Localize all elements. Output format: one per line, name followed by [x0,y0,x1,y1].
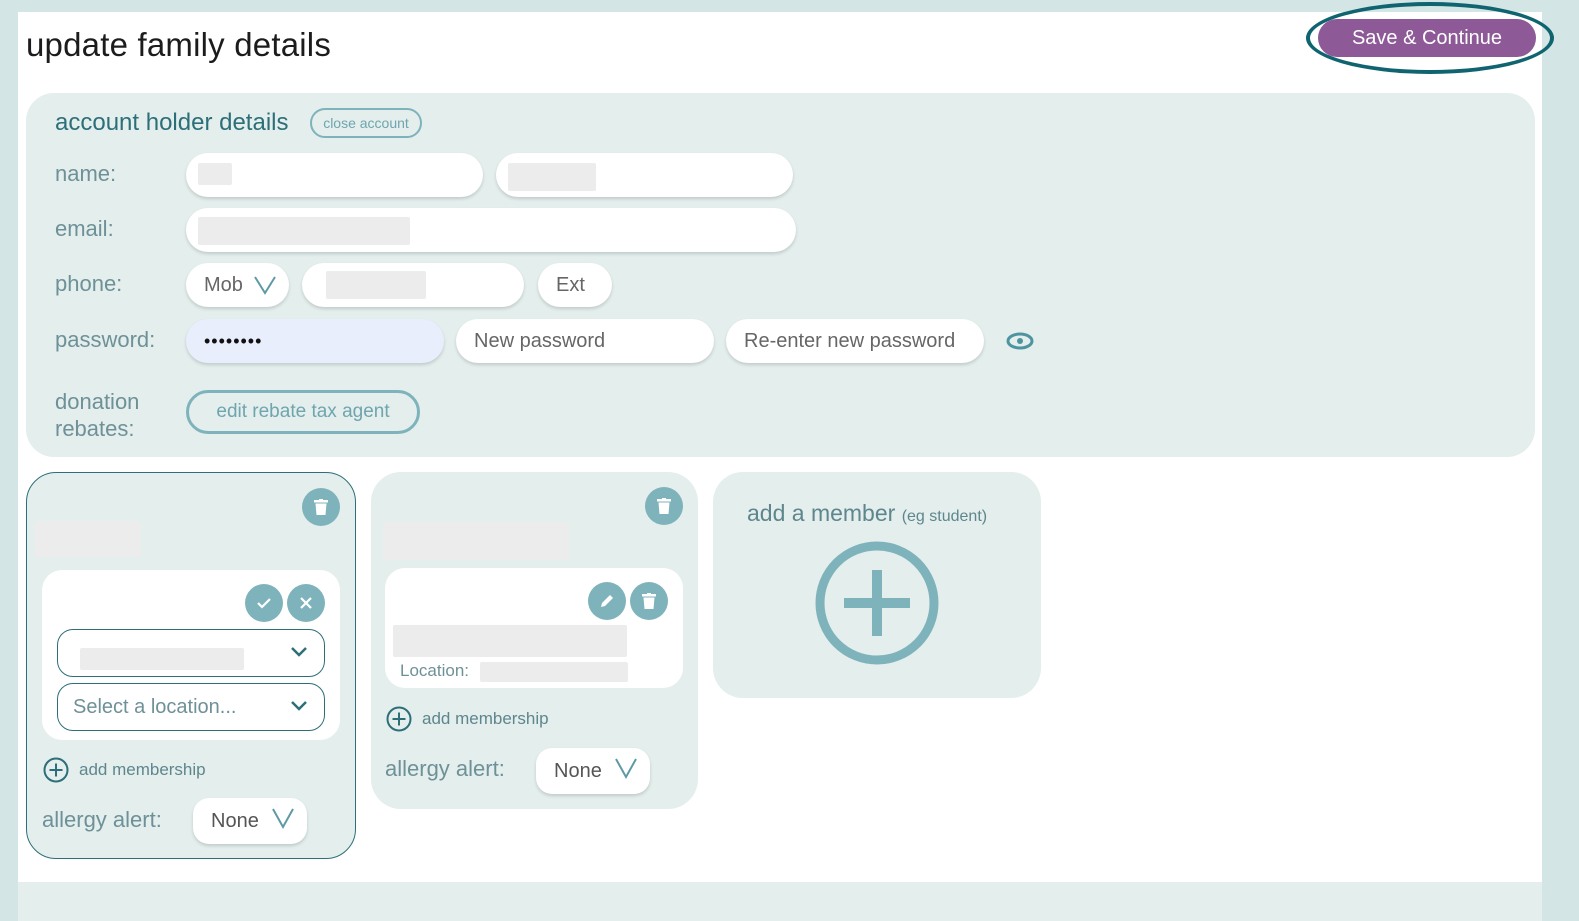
delete-membership-trash-icon[interactable] [630,582,668,620]
allergy-alert-value: None [211,809,259,832]
new-password-field[interactable]: New password [456,319,714,363]
membership-editor: Select a location... [42,570,340,740]
redacted-member-name [383,522,569,560]
allergy-alert-select[interactable]: None [536,748,650,794]
allergy-alert-select[interactable]: None [193,798,307,844]
member-card: Select a location... add membership alle… [26,472,356,859]
password-dots: •••••••• [204,330,263,351]
last-name-field[interactable] [496,153,793,197]
donation-label-line2: rebates: [55,416,135,441]
redacted-location [480,662,628,682]
location-label: Location: [400,661,469,680]
redacted-membership-name [393,625,627,657]
add-membership-label: add membership [422,709,549,728]
add-member-plus-icon[interactable] [814,540,940,666]
chevron-down-icon [291,701,307,711]
phone-ext-field[interactable]: Ext [538,263,612,307]
redacted-member-name [35,521,141,557]
phone-label: phone: [55,271,123,296]
delete-member-trash-icon[interactable] [645,487,683,525]
first-name-field[interactable] [186,153,483,197]
allergy-alert-label: allergy alert: [42,807,162,832]
close-account-button[interactable]: close account [310,108,422,138]
location-select-placeholder: Select a location... [73,695,237,718]
add-member-title: add a member (eg student) [747,500,987,527]
cancel-x-icon[interactable] [287,584,325,622]
new-password-placeholder: New password [474,329,606,352]
show-password-eye-icon[interactable] [1006,332,1034,350]
bottom-strip [18,882,1542,921]
add-member-hint: (eg student) [901,508,988,525]
add-membership-label: add membership [79,760,206,779]
member-card: Location: add membership allergy alert: … [371,472,698,809]
add-member-card[interactable]: add a member (eg student) [713,472,1041,698]
account-holder-panel: account holder details close account nam… [26,93,1535,457]
redacted-text [198,217,410,245]
chevron-down-icon [615,758,637,780]
add-member-label: add a member [747,500,896,526]
plus-circle-icon [386,706,412,732]
confirm-check-icon[interactable] [245,584,283,622]
redacted-text [198,163,232,185]
donation-label-line1: donation [55,389,140,414]
page-container: update family details Save & Continue ac… [18,2,1554,882]
allergy-alert-value: None [554,759,602,782]
phone-ext-placeholder: Ext [556,273,585,296]
membership-summary: Location: [385,568,683,688]
reenter-password-field[interactable]: Re-enter new password [726,319,984,363]
membership-type-select[interactable] [57,629,325,677]
save-continue-button[interactable]: Save & Continue [1318,19,1536,57]
page-title: update family details [26,26,332,63]
chevron-down-icon [291,647,307,657]
add-membership-link[interactable]: add membership [43,757,206,783]
plus-circle-icon [43,757,69,783]
redacted-text [80,648,244,670]
current-password-field[interactable]: •••••••• [186,319,444,363]
edit-rebate-tax-agent-button[interactable]: edit rebate tax agent [186,390,420,434]
account-holder-title: account holder details [55,109,289,136]
phone-type-value: Mob [204,273,243,296]
redacted-text [508,163,596,191]
allergy-alert-label: allergy alert: [385,756,505,781]
edit-pencil-icon[interactable] [588,582,626,620]
chevron-down-icon [272,808,294,830]
password-label: password: [55,327,156,352]
reenter-password-placeholder: Re-enter new password [744,329,956,352]
chevron-down-icon [254,276,276,295]
phone-number-field[interactable] [302,263,524,307]
location-select[interactable]: Select a location... [57,683,325,731]
add-membership-link[interactable]: add membership [386,706,549,732]
redacted-text [326,271,426,299]
email-label: email: [55,216,114,241]
name-label: name: [55,161,117,186]
delete-member-trash-icon[interactable] [302,488,340,526]
phone-type-select[interactable]: Mob [186,263,289,307]
email-field[interactable] [186,208,796,252]
